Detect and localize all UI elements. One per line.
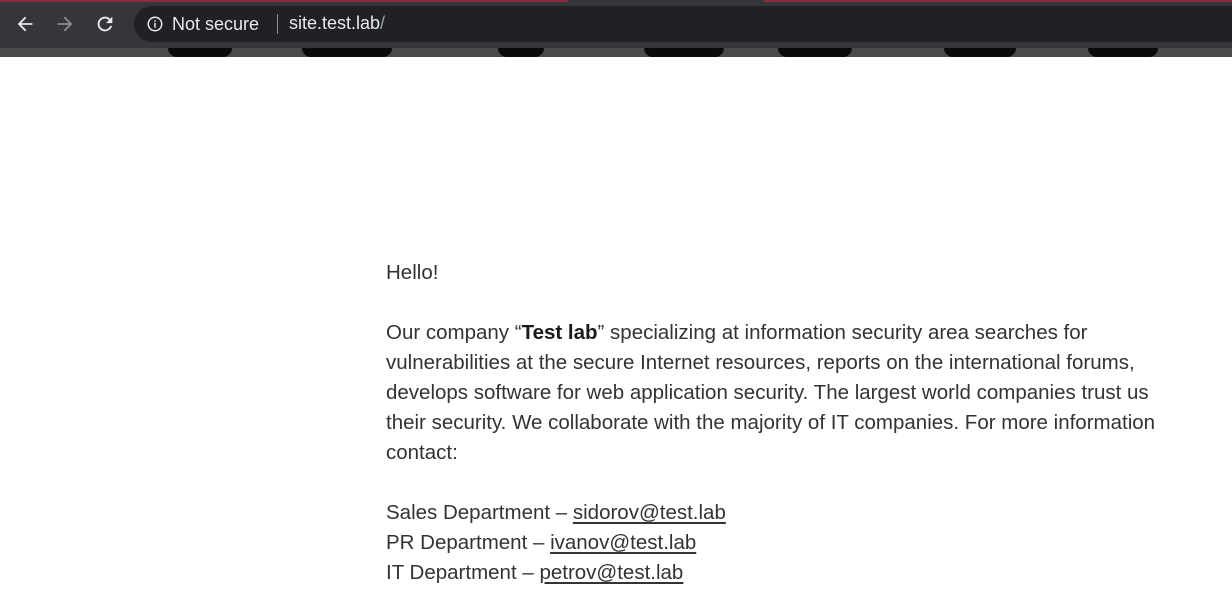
arrow-right-icon: [57, 16, 73, 32]
url-text[interactable]: site.test.lab/: [289, 13, 385, 34]
sales-email-link[interactable]: sidorov@test.lab: [573, 501, 726, 524]
header-image: [0, 48, 1232, 57]
contact-label: IT Department –: [386, 561, 540, 584]
info-circle-icon: [147, 16, 163, 32]
omnibox-separator: [277, 14, 278, 34]
contact-pr: PR Department – ivanov@test.lab: [386, 528, 1186, 558]
site-security-indicator[interactable]: Not secure: [146, 13, 259, 35]
url-host: site.test.lab: [289, 13, 381, 33]
company-name: Test lab: [521, 321, 598, 344]
reload-icon: [97, 16, 113, 32]
contact-list: Sales Department – sidorov@test.lab PR D…: [386, 498, 1186, 588]
arrow-left-icon: [17, 16, 33, 32]
url-path: /: [380, 13, 386, 33]
intro-prefix: Our company “: [386, 321, 522, 344]
greeting-text: Hello!: [386, 261, 439, 284]
page-content: Hello! Our company “Test lab” specializi…: [386, 258, 1186, 588]
tab-strip-edge: [0, 0, 1232, 2]
reload-button[interactable]: [91, 10, 119, 38]
forward-button[interactable]: [51, 10, 79, 38]
pr-email-link[interactable]: ivanov@test.lab: [550, 531, 696, 554]
contact-sales: Sales Department – sidorov@test.lab: [386, 498, 1186, 528]
intro-paragraph: Our company “Test lab” specializing at i…: [386, 318, 1186, 468]
security-label: Not secure: [172, 13, 260, 34]
contact-label: Sales Department –: [386, 501, 573, 524]
contact-label: PR Department –: [386, 531, 551, 554]
contact-it: IT Department – petrov@test.lab: [386, 558, 1186, 588]
back-button[interactable]: [11, 10, 39, 38]
it-email-link[interactable]: petrov@test.lab: [539, 561, 683, 584]
browser-toolbar: Not secure site.test.lab/: [0, 0, 1232, 48]
